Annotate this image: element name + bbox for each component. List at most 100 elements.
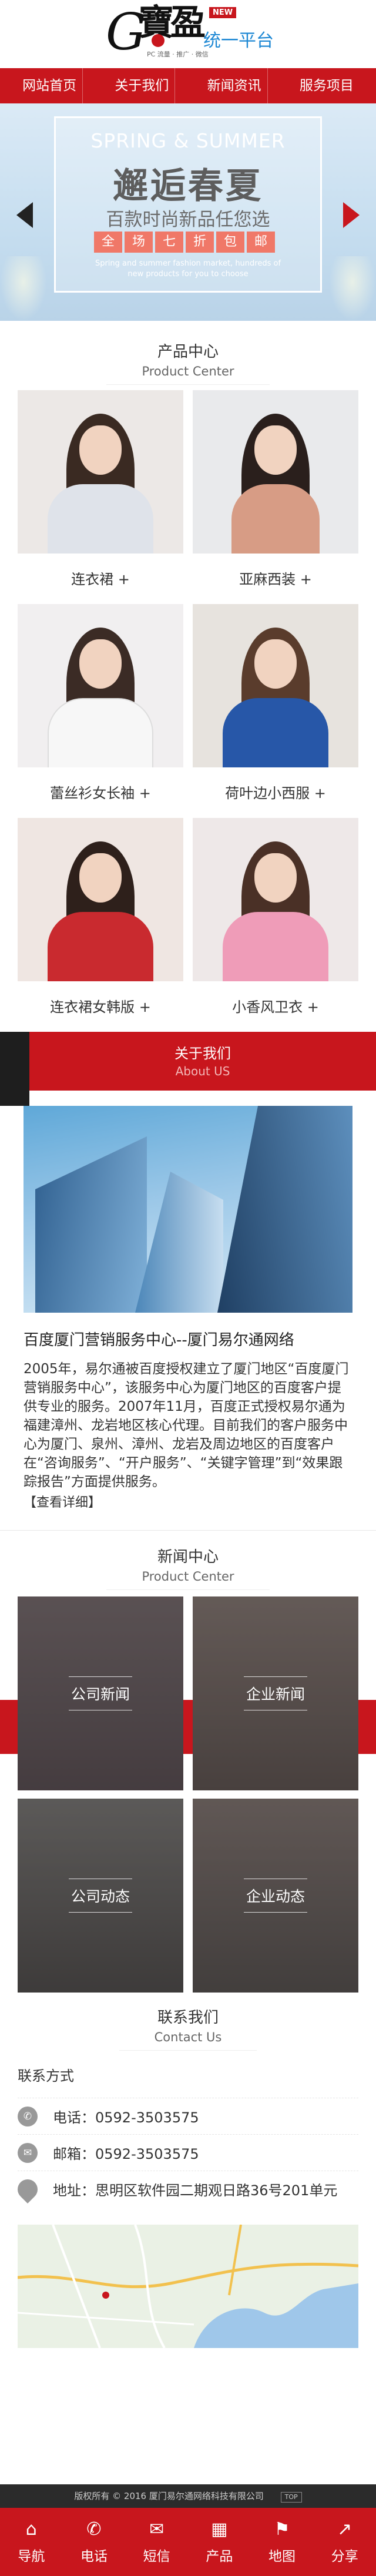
banner-tagline: 百款时尚新品任您选 — [106, 209, 270, 230]
news-card-label[interactable]: 企业新闻 — [243, 1676, 308, 1710]
new-badge: NEW — [209, 7, 237, 18]
product-image[interactable] — [18, 390, 183, 554]
copyright-text: 版权所有 © 2016 厦门易尔通网络科技有限公司 — [74, 2491, 264, 2501]
about-section-header: 关于我们 About US — [0, 1032, 376, 1106]
bottom-nav-map[interactable]: ⚑ 地图 — [251, 2508, 314, 2576]
promo-char: 全 — [94, 232, 122, 253]
product-icon: ▦ — [211, 2519, 228, 2540]
news-card-label[interactable]: 企业动态 — [243, 1879, 308, 1913]
location-map[interactable] — [18, 2225, 358, 2348]
bottom-nav: ⌂ 导航 ✆ 电话 ✉ 短信 ▦ 产品 ⚑ 地图 ↗ 分享 — [0, 2508, 376, 2576]
contact-phone-row[interactable]: ✆ 电话：0592-3503575 — [18, 2098, 358, 2134]
mail-icon: ✉ — [149, 2519, 164, 2540]
prev-arrow-icon[interactable] — [16, 202, 33, 228]
product-card[interactable]: 荷叶边小西服 + — [193, 604, 358, 818]
bottom-nav-label: 产品 — [206, 2549, 233, 2564]
phone-icon: ✆ — [18, 2106, 38, 2126]
product-image[interactable] — [193, 390, 358, 554]
nav-item-services[interactable]: 服务项目 — [294, 68, 360, 103]
platform-title: 统一平台 — [203, 31, 274, 51]
about-headline: 百度厦门营销服务中心--厦门易尔通网络 — [24, 1331, 294, 1349]
bottom-nav-share[interactable]: ↗ 分享 — [313, 2508, 376, 2576]
bottom-nav-home[interactable]: ⌂ 导航 — [0, 2508, 63, 2576]
location-pin-icon — [13, 2175, 42, 2203]
logo-tagline: PC 流量 · 推广 · 微信 — [147, 51, 209, 58]
bottom-nav-label: 分享 — [331, 2549, 358, 2564]
products-section-title: 产品中心 Product Center — [0, 321, 376, 390]
news-card[interactable]: 企业动态 — [193, 1799, 358, 1993]
share-icon: ↗ — [337, 2519, 352, 2540]
contact-email[interactable]: 邮箱：0592-3503575 — [53, 2142, 199, 2163]
product-label[interactable]: 蕾丝衫女长袖 + — [18, 767, 183, 818]
logo-seal-icon — [152, 34, 164, 47]
banner-title: 邂逅春夏 — [113, 166, 263, 207]
banner-subtitle: SPRING & SUMMER — [90, 129, 286, 152]
news-card-label[interactable]: 公司新闻 — [68, 1676, 133, 1710]
product-card[interactable]: 连衣裙 + — [18, 390, 183, 604]
product-grid: 连衣裙 + 亚麻西装 + 蕾丝衫女长袖 + 荷叶边小西服 + 连衣裙女韩版 + … — [0, 390, 376, 1032]
next-arrow-icon[interactable] — [343, 202, 360, 228]
promo-char: 场 — [125, 232, 153, 253]
site-header: G 寶盈 PC 流量 · 推广 · 微信 NEW 统一平台 — [0, 0, 376, 68]
page: G 寶盈 PC 流量 · 推广 · 微信 NEW 统一平台 网站首页 关于我们 … — [0, 0, 376, 2576]
banner-promo-chars: 全 场 七 折 包 邮 — [94, 232, 275, 253]
product-label[interactable]: 连衣裙女韩版 + — [18, 981, 183, 1032]
product-label[interactable]: 连衣裙 + — [18, 554, 183, 604]
about-dark-block — [0, 1032, 29, 1106]
home-icon: ⌂ — [25, 2519, 37, 2540]
mail-icon: ✉ — [18, 2142, 38, 2163]
product-card[interactable]: 亚麻西装 + — [193, 390, 358, 604]
product-card[interactable]: 连衣裙女韩版 + — [18, 818, 183, 1032]
banner-small-text: Spring and summer fashion market, hundre… — [95, 259, 281, 279]
logo-chinese-text: 寶盈 — [139, 2, 206, 43]
about-image — [24, 1106, 352, 1313]
phone-icon: ✆ — [86, 2519, 102, 2540]
product-card[interactable]: 小香风卫衣 + — [193, 818, 358, 1032]
products-title: 产品中心 — [157, 343, 219, 361]
nav-item-about[interactable]: 关于我们 — [109, 68, 176, 103]
promo-char: 邮 — [247, 232, 275, 253]
copyright-bar: 版权所有 © 2016 厦门易尔通网络科技有限公司 TOP — [0, 2484, 376, 2508]
contact-email-row[interactable]: ✉ 邮箱：0592-3503575 — [18, 2134, 358, 2171]
news-title: 新闻中心 — [157, 1548, 219, 1566]
bottom-nav-label: 短信 — [143, 2549, 170, 2564]
promo-char: 七 — [155, 232, 183, 253]
contact-heading: 联系方式 — [18, 2068, 74, 2084]
product-image[interactable] — [193, 818, 358, 981]
bottom-nav-products[interactable]: ▦ 产品 — [188, 2508, 251, 2576]
product-card[interactable]: 蕾丝衫女长袖 + — [18, 604, 183, 818]
news-card[interactable]: 公司新闻 — [18, 1596, 183, 1790]
promo-char: 折 — [186, 232, 214, 253]
product-image[interactable] — [18, 818, 183, 981]
bottom-nav-label: 导航 — [18, 2549, 45, 2564]
news-card[interactable]: 公司动态 — [18, 1799, 183, 1993]
news-section-title: 新闻中心 Product Center — [0, 1531, 376, 1596]
nav-item-news[interactable]: 新闻资讯 — [202, 68, 268, 103]
product-label[interactable]: 荷叶边小西服 + — [193, 767, 358, 818]
product-image[interactable] — [193, 604, 358, 767]
news-card[interactable]: 企业新闻 — [193, 1596, 358, 1790]
news-card-label[interactable]: 公司动态 — [68, 1879, 133, 1913]
about-body: 2005年，易尔通被百度授权建立了厦门地区“百度厦门营销服务中心”，该服务中心为… — [24, 1361, 349, 1490]
bottom-nav-phone[interactable]: ✆ 电话 — [63, 2508, 126, 2576]
product-label[interactable]: 亚麻西装 + — [193, 554, 358, 604]
bottom-nav-sms[interactable]: ✉ 短信 — [125, 2508, 188, 2576]
contact-phone[interactable]: 电话：0592-3503575 — [53, 2106, 199, 2126]
map-graphic — [18, 2225, 358, 2348]
bottom-nav-label: 地图 — [268, 2549, 296, 2564]
product-label[interactable]: 小香风卫衣 + — [193, 981, 358, 1032]
news-subtitle: Product Center — [106, 1567, 270, 1590]
about-subtitle: About US — [175, 1064, 230, 1078]
contact-address: 地址：思明区软件园二期观日路36号201单元 — [53, 2182, 338, 2199]
top-button[interactable]: TOP — [280, 2492, 302, 2503]
nav-item-home[interactable]: 网站首页 — [16, 68, 83, 103]
main-nav: 网站首页 关于我们 新闻资讯 服务项目 — [0, 68, 376, 103]
about-title-block: 关于我们 About US — [29, 1032, 376, 1091]
about-more-link[interactable]: 【查看详细】 — [0, 1491, 376, 1512]
contact-title: 联系我们 — [157, 2009, 219, 2027]
news-grid: 公司新闻 企业新闻 公司动态 企业动态 — [0, 1596, 376, 1993]
contact-subtitle: Contact Us — [119, 2028, 257, 2051]
bottom-nav-label: 电话 — [80, 2549, 108, 2564]
product-image[interactable] — [18, 604, 183, 767]
hero-banner[interactable]: SPRING & SUMMER 邂逅春夏 百款时尚新品任您选 全 场 七 折 包… — [0, 103, 376, 321]
